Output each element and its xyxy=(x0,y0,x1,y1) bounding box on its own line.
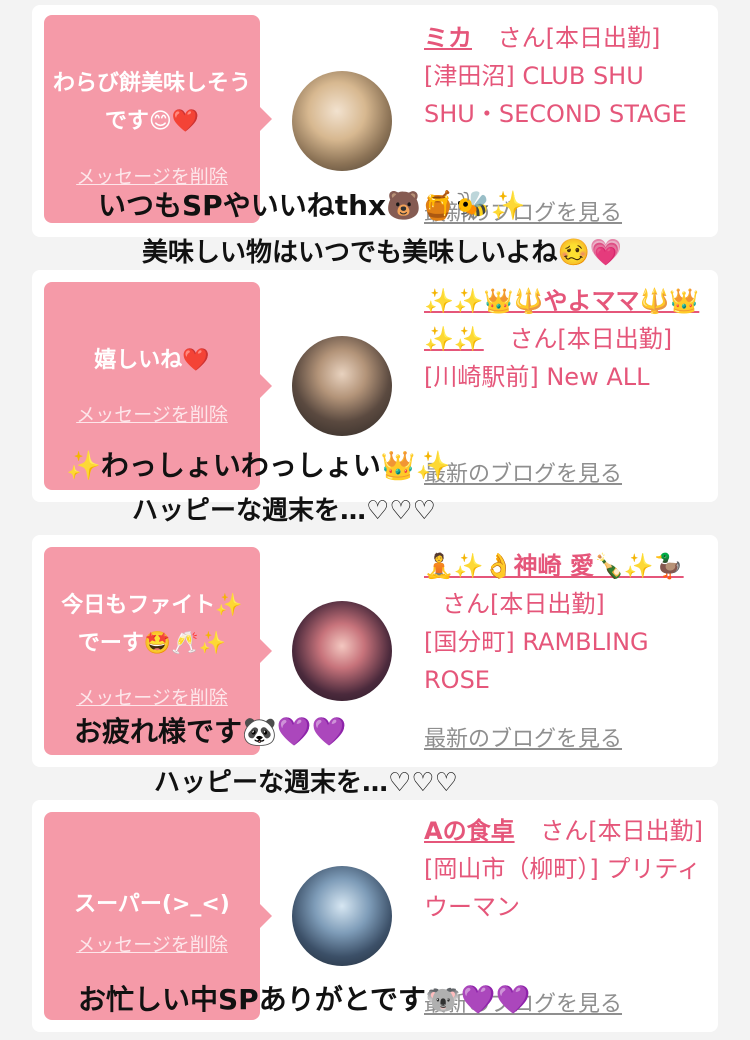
shop-name: [国分町] RAMBLING ROSE xyxy=(424,628,649,694)
delete-message-link[interactable]: メッセージを削除 xyxy=(44,683,260,710)
message-text: 嬉しいね❤️ xyxy=(94,348,210,373)
cast-info: 🧘✨👌神崎 愛🍾✨🦆 さん[本日出勤] [国分町] RAMBLING ROSE xyxy=(424,547,706,699)
work-status: さん[本日出勤] xyxy=(509,325,673,353)
avatar[interactable] xyxy=(292,601,392,701)
overlay-caption: お疲れ様です🐼💜💜 xyxy=(74,715,347,748)
overlay-caption: 美味しい物はいつでも美味しいよね🥴💗 xyxy=(142,238,623,268)
shop-name: [岡山市（柳町）] プリティウーマン xyxy=(424,855,701,921)
overlay-caption: ハッピーな週末を…♡♡♡ xyxy=(132,496,436,526)
delete-message-link[interactable]: メッセージを削除 xyxy=(44,400,260,427)
cast-info: Aの食卓 さん[本日出勤] [岡山市（柳町）] プリティウーマン xyxy=(424,812,706,926)
message-text: 今日もファイト✨でーす🤩🥂✨ xyxy=(61,593,243,656)
shop-name: [津田沼] CLUB SHU SHU・SECOND STAGE xyxy=(424,62,687,128)
overlay-caption: お忙しい中SPありがとです🐨💜💜 xyxy=(78,983,531,1016)
avatar[interactable] xyxy=(292,866,392,966)
overlay-caption: ハッピーな週末を…♡♡♡ xyxy=(154,768,458,798)
cast-info: ミカ さん[本日出勤] [津田沼] CLUB SHU SHU・SECOND ST… xyxy=(424,19,706,133)
shop-name: [川崎駅前] New ALL xyxy=(424,363,650,391)
work-status: さん[本日出勤] xyxy=(540,817,703,845)
overlay-caption: いつもSPやいいねthx🐻🍯🐝✨ xyxy=(98,189,526,222)
avatar[interactable] xyxy=(292,71,392,171)
work-status: さん[本日出勤] xyxy=(497,24,661,52)
cast-name-link[interactable]: Aの食卓 xyxy=(424,817,515,845)
latest-blog-link[interactable]: 最新のブログを見る xyxy=(424,721,622,753)
cast-name-link[interactable]: ミカ xyxy=(424,24,472,52)
work-status: さん[本日出勤] xyxy=(442,590,605,618)
message-text: わらび餅美味しそうです😊❤️ xyxy=(52,71,251,134)
cast-name-link[interactable]: 🧘✨👌神崎 愛🍾✨🦆 xyxy=(424,552,684,580)
latest-blog-link[interactable]: 最新のブログを見る xyxy=(424,456,622,488)
delete-message-link[interactable]: メッセージを削除 xyxy=(44,930,260,957)
avatar[interactable] xyxy=(292,336,392,436)
message-text: スーパー(>_<) xyxy=(74,892,230,917)
cast-info: ✨✨👑🔱やよママ🔱👑✨✨ さん[本日出勤] [川崎駅前] New ALL xyxy=(424,282,706,396)
overlay-caption: ✨わっしょいわっしょい👑✨ xyxy=(66,449,451,482)
